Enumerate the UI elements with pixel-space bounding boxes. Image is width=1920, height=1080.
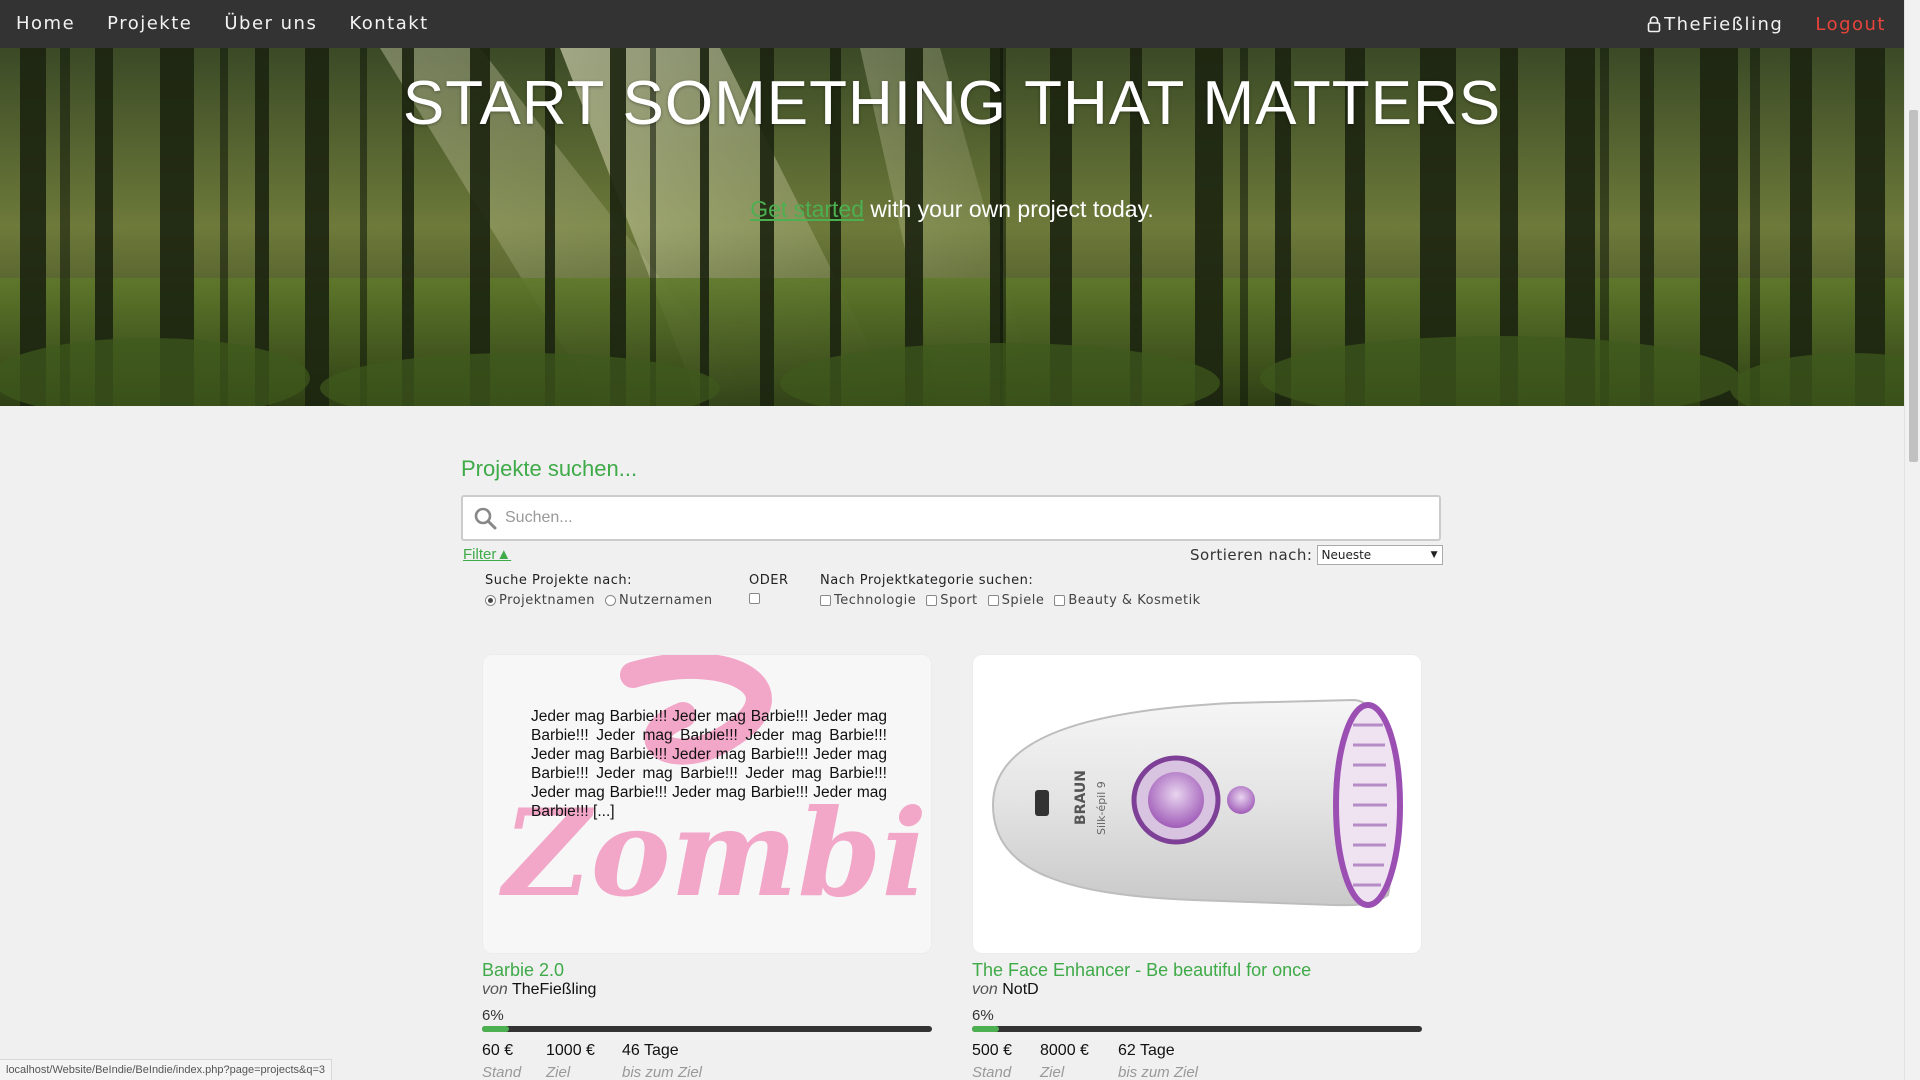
raised-label: Stand: [972, 1064, 1012, 1080]
progress-fill: [972, 1026, 999, 1032]
project-stats: 60 € Stand 1000 € Ziel 46 Tage bis zum Z…: [482, 1042, 932, 1080]
search-field[interactable]: [461, 495, 1441, 541]
radio-label: Nutzernamen: [618, 593, 713, 608]
stat-goal: 8000 € Ziel: [1040, 1042, 1118, 1080]
project-excerpt: Jeder mag Barbie!!! Jeder mag Barbie!!! …: [531, 708, 887, 820]
stat-days: 62 Tage bis zum Ziel: [1118, 1042, 1198, 1080]
epilator-product-image: BRAUN Silk-épil 9: [991, 698, 1403, 908]
radio-nutzernamen[interactable]: Nutzernamen: [604, 593, 713, 608]
search-icon: [474, 507, 497, 530]
search-input[interactable]: [497, 497, 1439, 539]
stat-goal: 1000 € Ziel: [546, 1042, 622, 1080]
raised-value: 500 €: [972, 1042, 1013, 1059]
goal-label: Ziel: [546, 1064, 571, 1080]
logout-link[interactable]: Logout: [1799, 14, 1886, 35]
nav-home[interactable]: Home: [0, 0, 91, 48]
nav-kontakt[interactable]: Kontakt: [333, 0, 444, 48]
checkbox-label: Sport: [940, 593, 978, 608]
goal-label: Ziel: [1040, 1064, 1065, 1080]
search-by-group: Suche Projekte nach: Projektnamen Nutzer…: [485, 573, 713, 608]
checkbox[interactable]: [926, 595, 938, 606]
progress-percent: 6%: [482, 1007, 504, 1024]
project-card-face-enhancer[interactable]: BRAUN Silk-épil 9 The Face Enhancer - Be…: [972, 654, 1422, 1080]
progress-percent: 6%: [972, 1007, 994, 1024]
progress-bar: [482, 1026, 932, 1032]
browser-status-url: localhost/Website/BeIndie/BeIndie/index.…: [0, 1059, 333, 1080]
chevron-down-icon: ▼: [1430, 550, 1438, 560]
project-title[interactable]: Barbie 2.0: [482, 960, 932, 981]
goal-value: 1000 €: [546, 1042, 595, 1059]
search-by-label: Suche Projekte nach:: [485, 573, 632, 588]
radio-label: Projektnamen: [499, 593, 595, 608]
category-group: Nach Projektkategorie suchen: Technologi…: [820, 573, 1201, 608]
radio-button[interactable]: [604, 595, 616, 606]
stat-raised: 60 € Stand: [482, 1042, 546, 1080]
hero-subtitle: Get started with your own project today.: [0, 196, 1904, 223]
author-name[interactable]: TheFießling: [512, 981, 596, 998]
days-label: bis zum Ziel: [622, 1064, 703, 1080]
top-navigation: Home Projekte Über uns Kontakt TheFießli…: [0, 0, 1904, 48]
hero-title: START SOMETHING THAT MATTERS: [402, 69, 1502, 138]
nav-ueber-uns[interactable]: Über uns: [208, 0, 333, 48]
category-beauty-kosmetik[interactable]: Beauty & Kosmetik: [1054, 593, 1200, 608]
project-author: von NotD: [972, 981, 1422, 999]
sort-selected-value: Neueste: [1321, 548, 1372, 562]
nav-links: Home Projekte Über uns Kontakt: [0, 0, 445, 48]
author-name[interactable]: NotD: [1002, 981, 1038, 998]
category-sport[interactable]: Sport: [926, 593, 977, 608]
project-title[interactable]: The Face Enhancer - Be beautiful for onc…: [972, 960, 1422, 981]
category-technologie[interactable]: Technologie: [820, 593, 916, 608]
project-image[interactable]: BRAUN Silk-épil 9: [972, 654, 1422, 954]
checkbox-label: Technologie: [834, 593, 917, 608]
sort-control: Sortieren nach: Neueste ▼: [1190, 545, 1443, 565]
by-prefix: von: [972, 981, 998, 998]
sort-label: Sortieren nach:: [1190, 546, 1313, 564]
lock-icon: [1647, 16, 1661, 33]
hero-subtitle-text: with your own project today.: [864, 196, 1154, 222]
page-scrollbar[interactable]: [1904, 0, 1920, 1080]
hero-banner: START SOMETHING THAT MATTERS Get started…: [0, 48, 1904, 406]
or-group: ODER: [749, 573, 789, 604]
checkbox[interactable]: [820, 595, 831, 606]
search-section-title: Projekte suchen...: [461, 456, 638, 481]
or-checkbox[interactable]: [749, 593, 760, 604]
progress-fill: [482, 1026, 509, 1032]
svg-text:Silk-épil 9: Silk-épil 9: [1095, 781, 1108, 835]
stat-raised: 500 € Stand: [972, 1042, 1040, 1080]
get-started-link[interactable]: Get started: [750, 196, 864, 222]
sort-select[interactable]: Neueste ▼: [1316, 545, 1443, 565]
checkbox[interactable]: [987, 595, 999, 606]
raised-label: Stand: [482, 1064, 522, 1080]
radio-projektnamen[interactable]: Projektnamen: [485, 593, 595, 608]
checkbox-label: Beauty & Kosmetik: [1068, 593, 1201, 608]
goal-value: 8000 €: [1040, 1042, 1089, 1059]
or-label: ODER: [749, 573, 789, 588]
checkbox[interactable]: [1054, 595, 1066, 606]
nav-account: TheFießling Logout: [1631, 0, 1904, 48]
svg-text:BRAUN: BRAUN: [1073, 770, 1089, 825]
radio-button[interactable]: [485, 595, 496, 606]
checkbox-label: Spiele: [1001, 593, 1045, 608]
scrollbar-thumb[interactable]: [1909, 110, 1918, 462]
nav-projekte[interactable]: Projekte: [91, 0, 208, 48]
progress-bar: [972, 1026, 1422, 1032]
project-card-barbie[interactable]: Zombie Jeder mag Barbie!!! Jeder mag Bar…: [482, 654, 932, 1080]
stat-days: 46 Tage bis zum Ziel: [622, 1042, 702, 1080]
category-label: Nach Projektkategorie suchen:: [820, 573, 1034, 588]
project-author: von TheFießling: [482, 981, 932, 999]
days-value: 46 Tage: [622, 1042, 679, 1059]
filter-toggle[interactable]: Filter▲: [463, 546, 511, 563]
days-value: 62 Tage: [1118, 1042, 1175, 1059]
project-image[interactable]: Zombie Jeder mag Barbie!!! Jeder mag Bar…: [482, 654, 932, 954]
category-spiele[interactable]: Spiele: [987, 593, 1045, 608]
user-menu[interactable]: TheFießling: [1631, 14, 1799, 35]
raised-value: 60 €: [482, 1042, 514, 1059]
username: TheFießling: [1664, 13, 1784, 35]
by-prefix: von: [482, 981, 508, 998]
project-stats: 500 € Stand 8000 € Ziel 62 Tage bis zum …: [972, 1042, 1422, 1080]
days-label: bis zum Ziel: [1118, 1064, 1199, 1080]
